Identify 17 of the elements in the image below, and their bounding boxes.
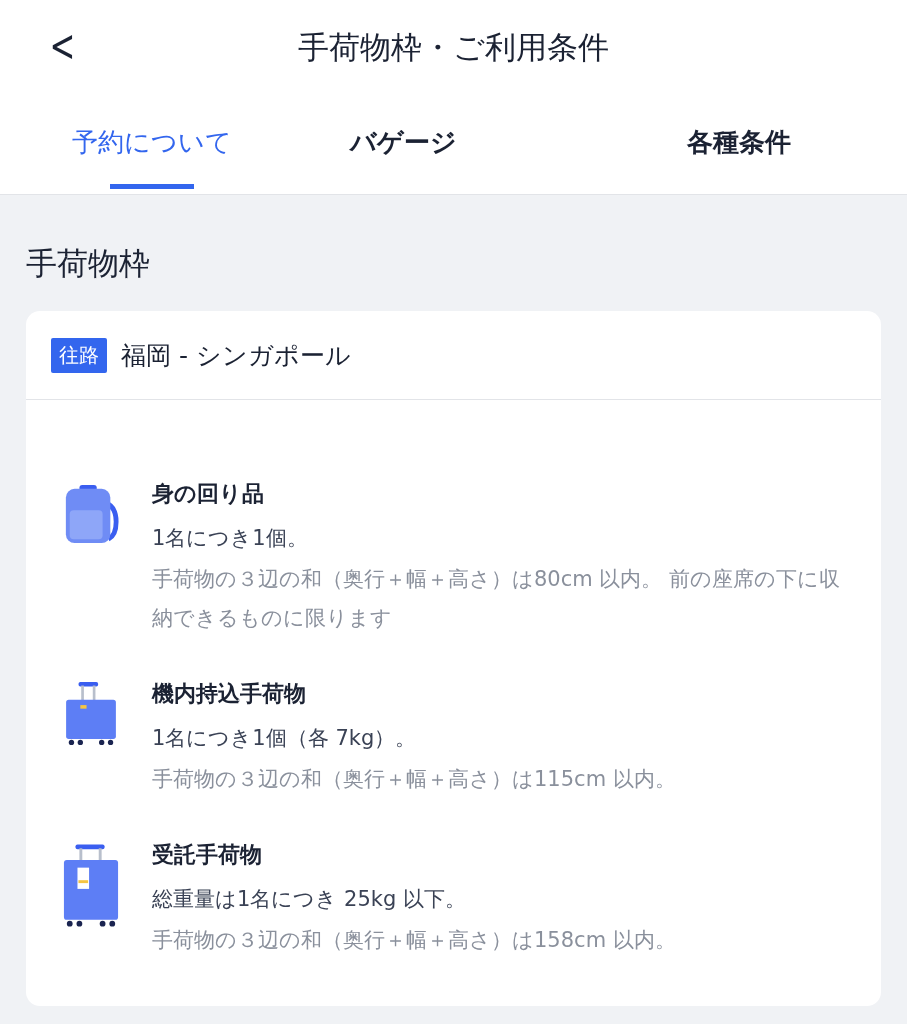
section-title: 手荷物枠 xyxy=(26,244,151,283)
size-note: 手荷物の３辺の和（奥行＋幅＋高さ）は115cm 以内。 xyxy=(152,766,677,793)
route-name: 福岡 - シンガポール xyxy=(121,339,351,372)
size-note: 手荷物の３辺の和（奥行＋幅＋高さ）は158cm 以内。 xyxy=(152,927,677,954)
allowance-text: 1名につき1個（各 7kg）。 xyxy=(152,725,418,752)
tab[interactable]: 各種条件 xyxy=(621,96,857,194)
allowance-text: 1名につき1個。 xyxy=(152,525,309,552)
item-title: 身の回り品 xyxy=(152,480,265,508)
size-note: 手荷物の３辺の和（奥行＋幅＋高さ）は80cm 以内。 前の座席の下に収納できるものに限ります xyxy=(152,566,842,632)
suitcase-icon xyxy=(62,843,120,929)
allowance-text: 総重量は1名につき 25kg 以下。 xyxy=(152,886,467,913)
item-title: 受託手荷物 xyxy=(152,841,263,869)
page-title: 手荷物枠・ご利用条件 xyxy=(298,28,609,67)
back-button[interactable]: < xyxy=(46,20,79,71)
tab[interactable]: バゲージ xyxy=(286,96,522,194)
item-title: 機内持込手荷物 xyxy=(152,680,307,708)
direction-badge: 往路 xyxy=(51,337,107,373)
